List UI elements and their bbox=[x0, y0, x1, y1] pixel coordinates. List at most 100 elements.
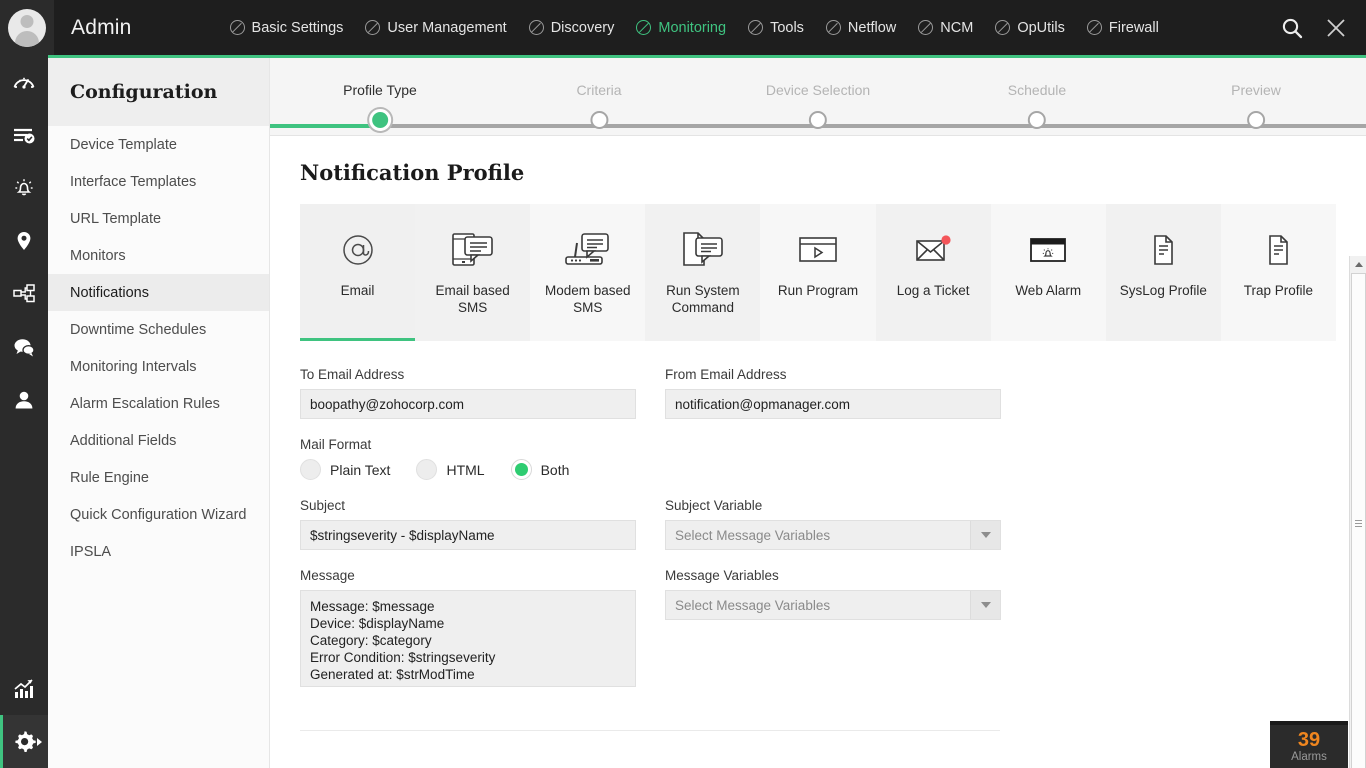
wizard-step-device-selection[interactable]: Device Selection bbox=[766, 58, 870, 129]
sidebar-item-ipsla[interactable]: IPSLA bbox=[48, 533, 269, 570]
alarms-badge[interactable]: 39 Alarms bbox=[1270, 721, 1348, 768]
sidebar-item-device-template[interactable]: Device Template bbox=[48, 126, 269, 163]
nav-item-firewall[interactable]: Firewall bbox=[1086, 20, 1159, 36]
prohibit-icon bbox=[1086, 20, 1102, 35]
prohibit-icon bbox=[365, 20, 381, 35]
radio-circle[interactable] bbox=[300, 459, 321, 480]
message-group: Message Message: $message Device: $displ… bbox=[300, 550, 637, 692]
sidebar-item-notifications[interactable]: Notifications bbox=[48, 274, 269, 311]
wizard-step-dot bbox=[809, 111, 827, 129]
sidebar-item-additional-fields[interactable]: Additional Fields bbox=[48, 422, 269, 459]
wizard-step-label: Criteria bbox=[576, 82, 622, 98]
sidebar-item-url-template[interactable]: URL Template bbox=[48, 200, 269, 237]
rail-item-alarms[interactable] bbox=[0, 161, 48, 214]
subject-variable-group: Subject Variable Select Message Variable… bbox=[665, 480, 1002, 550]
tile-label: Trap Profile bbox=[1243, 283, 1314, 298]
sidebar-item-quick-configuration-wizard[interactable]: Quick Configuration Wizard bbox=[48, 496, 269, 533]
wizard-step-criteria[interactable]: Criteria bbox=[576, 58, 622, 129]
prohibit-icon bbox=[748, 20, 764, 35]
subject-variable-select[interactable]: Select Message Variables bbox=[665, 520, 1001, 550]
rail-item-reports[interactable] bbox=[0, 662, 48, 715]
rail-item-chat[interactable] bbox=[0, 320, 48, 373]
nav-label: User Management bbox=[387, 19, 507, 36]
main-nav: Basic Settings User Management Discovery… bbox=[229, 19, 1159, 36]
radio-html[interactable]: HTML bbox=[416, 459, 485, 480]
tile-email-based-sms[interactable]: Email based SMS bbox=[415, 204, 531, 341]
prohibit-icon bbox=[918, 20, 934, 35]
brand-title: Admin bbox=[71, 15, 132, 39]
alarm-bell-icon bbox=[15, 178, 33, 195]
nav-item-monitoring[interactable]: Monitoring bbox=[636, 20, 726, 36]
nav-item-netflow[interactable]: Netflow bbox=[825, 20, 896, 36]
radio-circle-selected[interactable] bbox=[510, 459, 532, 480]
sidebar-item-label: Additional Fields bbox=[70, 432, 177, 449]
email-profile-form: To Email Address From Email Address Mail… bbox=[300, 349, 1308, 731]
mail-format-label: Mail Format bbox=[300, 437, 372, 452]
nav-item-user-management[interactable]: User Management bbox=[365, 19, 507, 36]
radio-both[interactable]: Both bbox=[510, 459, 570, 480]
rail-item-inventory[interactable] bbox=[0, 108, 48, 161]
message-variables-select[interactable]: Select Message Variables bbox=[665, 590, 1001, 620]
wizard-step-schedule[interactable]: Schedule bbox=[1008, 58, 1066, 129]
from-email-input[interactable] bbox=[665, 389, 1001, 419]
search-icon[interactable] bbox=[1281, 17, 1303, 39]
tile-web-alarm[interactable]: Web Alarm bbox=[990, 204, 1106, 341]
chevron-right-icon bbox=[37, 737, 42, 746]
radio-plain-text[interactable]: Plain Text bbox=[300, 459, 390, 480]
close-icon[interactable] bbox=[1325, 17, 1347, 39]
content-scrollbar[interactable] bbox=[1349, 256, 1366, 768]
workflow-icon bbox=[13, 283, 35, 302]
nav-item-discovery[interactable]: Discovery bbox=[528, 19, 615, 36]
tile-email[interactable]: Email bbox=[300, 204, 416, 341]
alarms-count: 39 bbox=[1297, 729, 1321, 751]
rail-item-dashboard[interactable] bbox=[0, 55, 48, 108]
user-avatar[interactable] bbox=[8, 8, 46, 47]
radio-circle[interactable] bbox=[416, 459, 438, 480]
rail-item-maps[interactable] bbox=[0, 214, 48, 267]
chevron-down-icon[interactable] bbox=[970, 521, 1000, 549]
avatar-container[interactable] bbox=[0, 0, 54, 55]
to-email-input[interactable] bbox=[300, 389, 636, 419]
nav-item-oputils[interactable]: OpUtils bbox=[995, 20, 1065, 36]
nav-item-tools[interactable]: Tools bbox=[748, 20, 804, 36]
sidebar-item-downtime-schedules[interactable]: Downtime Schedules bbox=[48, 311, 269, 348]
tile-run-program[interactable]: Run Program bbox=[760, 204, 876, 341]
prohibit-icon bbox=[825, 20, 841, 35]
scroll-up-button[interactable] bbox=[1350, 256, 1366, 273]
rail-item-workflow[interactable] bbox=[0, 267, 48, 320]
sidebar-item-monitoring-intervals[interactable]: Monitoring Intervals bbox=[48, 348, 269, 385]
chevron-down-icon[interactable] bbox=[970, 591, 1000, 619]
nav-label: Tools bbox=[770, 19, 804, 36]
subject-input[interactable] bbox=[300, 520, 636, 550]
nav-item-basic-settings[interactable]: Basic Settings bbox=[229, 20, 343, 36]
sidebar-item-alarm-escalation-rules[interactable]: Alarm Escalation Rules bbox=[48, 385, 269, 422]
sidebar-item-rule-engine[interactable]: Rule Engine bbox=[48, 459, 269, 496]
rail-item-settings[interactable] bbox=[0, 715, 48, 768]
message-textarea[interactable]: Message: $message Device: $displayName C… bbox=[300, 590, 636, 687]
tile-syslog-profile[interactable]: SysLog Profile bbox=[1105, 204, 1221, 341]
sidebar-list: Device Template Interface Templates URL … bbox=[48, 126, 269, 570]
main-content: Profile Type Criteria Device Selection S… bbox=[270, 58, 1366, 768]
document-lines-icon bbox=[1257, 228, 1299, 272]
sidebar-item-label: Monitoring Intervals bbox=[70, 358, 197, 375]
nav-item-ncm[interactable]: NCM bbox=[918, 20, 973, 36]
rail-item-user[interactable] bbox=[0, 373, 48, 426]
rail-bottom-group bbox=[0, 662, 48, 768]
tile-modem-based-sms[interactable]: Modem based SMS bbox=[530, 204, 646, 341]
tile-label: Email bbox=[340, 283, 375, 298]
sidebar-item-interface-templates[interactable]: Interface Templates bbox=[48, 163, 269, 200]
radio-label: Both bbox=[540, 461, 570, 478]
sidebar-item-monitors[interactable]: Monitors bbox=[48, 237, 269, 274]
wizard-step-profile-type[interactable]: Profile Type bbox=[343, 58, 417, 131]
wizard-step-label: Schedule bbox=[1007, 82, 1067, 98]
tile-trap-profile[interactable]: Trap Profile bbox=[1220, 204, 1336, 341]
tile-log-a-ticket[interactable]: Log a Ticket bbox=[875, 204, 991, 341]
modem-message-icon bbox=[562, 228, 614, 272]
subject-variable-label: Subject Variable bbox=[665, 498, 763, 513]
wizard-step-preview[interactable]: Preview bbox=[1231, 58, 1281, 129]
nav-label: Discovery bbox=[550, 19, 615, 36]
from-email-label: From Email Address bbox=[665, 367, 787, 382]
scrollbar-thumb[interactable] bbox=[1351, 273, 1366, 768]
tile-label: Modem based SMS bbox=[544, 283, 631, 315]
tile-run-system-command[interactable]: Run System Command bbox=[645, 204, 761, 341]
